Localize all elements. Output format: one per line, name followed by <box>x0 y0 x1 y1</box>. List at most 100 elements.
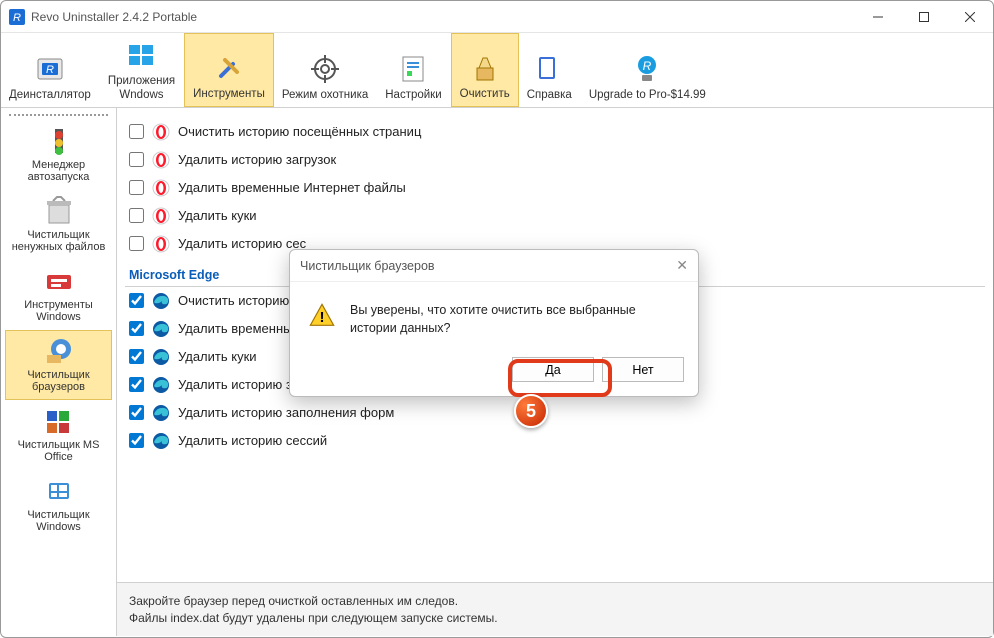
row-label: Очистить историю посещённых страниц <box>178 124 421 139</box>
browser-icon <box>152 320 170 338</box>
toolbar-hunter[interactable]: Режим охотника <box>274 33 377 107</box>
row-label: Удалить историю заполнения форм <box>178 405 394 420</box>
browser-icon <box>152 292 170 310</box>
window-controls <box>855 1 993 32</box>
footer-line1: Закройте браузер перед очисткой оставлен… <box>129 594 981 608</box>
row-checkbox[interactable] <box>129 152 144 167</box>
sidebar-label: Чистильщик Windows <box>8 509 109 533</box>
dialog-yes-button[interactable]: Да <box>512 357 594 382</box>
sidebar-label: Менеджер автозапуска <box>8 159 109 183</box>
footer-hint: Закройте браузер перед очисткой оставлен… <box>117 582 993 636</box>
row-label: Очистить историю по <box>178 293 307 308</box>
toolbar-label: Инструменты <box>193 88 265 102</box>
toolbar: R Деинсталлятор ПриложенияWndows Инструмент… <box>1 33 993 108</box>
app-icon: R <box>9 9 25 25</box>
svg-text:R: R <box>46 64 54 76</box>
browser-icon <box>152 235 170 253</box>
sidebar-wintools[interactable]: Инструменты Windows <box>5 260 112 330</box>
confirm-dialog: Чистильщик браузеров ✕ ! Вы уверены, что… <box>289 249 699 397</box>
browser-icon <box>152 404 170 422</box>
dialog-title: Чистильщик браузеров <box>300 259 435 273</box>
row-checkbox[interactable] <box>129 293 144 308</box>
dialog-titlebar: Чистильщик браузеров ✕ <box>290 250 698 282</box>
svg-text:R: R <box>13 12 21 24</box>
titlebar: R Revo Uninstaller 2.4.2 Portable <box>1 1 993 33</box>
row-checkbox[interactable] <box>129 321 144 336</box>
toolbar-upgrade[interactable]: R Upgrade to Pro-$14.99 <box>581 33 715 107</box>
row-label: Удалить временные Интернет файлы <box>178 180 406 195</box>
svg-text:!: ! <box>319 309 324 326</box>
help-icon <box>533 53 565 85</box>
browser-icon <box>152 376 170 394</box>
row-checkbox[interactable] <box>129 433 144 448</box>
office-icon <box>43 405 75 437</box>
toolbar-settings[interactable]: Настройки <box>377 33 450 107</box>
toolbar-label: Режим охотника <box>282 89 368 103</box>
uninstaller-icon: R <box>34 53 66 85</box>
sidebar-separator <box>9 114 108 116</box>
list-row[interactable]: Удалить временные Интернет файлы <box>125 174 985 202</box>
sidebar: Менеджер автозапуска Чистильщик ненужных … <box>1 108 117 636</box>
junk-icon <box>43 195 75 227</box>
list-row[interactable]: Удалить историю загрузок <box>125 146 985 174</box>
list-row[interactable]: Очистить историю посещённых страниц <box>125 118 985 146</box>
row-label: Удалить историю сессий <box>178 433 327 448</box>
hunter-icon <box>309 53 341 85</box>
close-button[interactable] <box>947 1 993 32</box>
sidebar-label: Чистильщик ненужных файлов <box>8 229 109 253</box>
settings-icon <box>397 53 429 85</box>
toolbar-label: Деинсталлятор <box>9 89 91 103</box>
maximize-button[interactable] <box>901 1 947 32</box>
list-row[interactable]: Удалить историю сессий <box>125 427 985 455</box>
step-badge: 5 <box>514 394 548 428</box>
row-checkbox[interactable] <box>129 405 144 420</box>
row-checkbox[interactable] <box>129 236 144 251</box>
wintools-icon <box>43 265 75 297</box>
toolbar-label: ПриложенияWndows <box>108 75 175 103</box>
toolbar-uninstaller[interactable]: R Деинсталлятор <box>1 33 100 107</box>
window-title: Revo Uninstaller 2.4.2 Portable <box>31 10 855 24</box>
toolbar-clean[interactable]: Очистить <box>451 33 519 107</box>
list-row[interactable]: Удалить куки <box>125 202 985 230</box>
sidebar-autorun[interactable]: Менеджер автозапуска <box>5 120 112 190</box>
toolbar-help[interactable]: Справка <box>519 33 581 107</box>
toolbar-label: Upgrade to Pro-$14.99 <box>589 89 706 103</box>
sidebar-browsers[interactable]: Чистильщик браузеров <box>5 330 112 400</box>
footer-line2: Файлы index.dat будут удалены при следую… <box>129 611 981 625</box>
dialog-close-icon[interactable]: ✕ <box>676 257 688 274</box>
sidebar-office[interactable]: Чистильщик MS Office <box>5 400 112 470</box>
winapps-icon <box>125 39 157 71</box>
row-label: Удалить историю загрузок <box>178 152 336 167</box>
autorun-icon <box>43 125 75 157</box>
dialog-no-button[interactable]: Нет <box>602 357 684 382</box>
sidebar-label: Чистильщик браузеров <box>8 369 109 393</box>
browser-icon <box>152 179 170 197</box>
row-checkbox[interactable] <box>129 180 144 195</box>
minimize-button[interactable] <box>855 1 901 32</box>
toolbar-label: Справка <box>527 89 572 103</box>
warning-icon: ! <box>308 302 336 337</box>
tools-icon <box>213 52 245 84</box>
row-label: Удалить куки <box>178 349 257 364</box>
sidebar-label: Чистильщик MS Office <box>8 439 109 463</box>
upgrade-icon: R <box>631 53 663 85</box>
row-checkbox[interactable] <box>129 208 144 223</box>
browser-icon <box>152 123 170 141</box>
clean-icon <box>469 52 501 84</box>
row-checkbox[interactable] <box>129 349 144 364</box>
sidebar-wincleaner[interactable]: Чистильщик Windows <box>5 470 112 540</box>
toolbar-label: Настройки <box>385 89 441 103</box>
row-label: Удалить куки <box>178 208 257 223</box>
row-label: Удалить историю сес <box>178 236 306 251</box>
browser-icon <box>152 432 170 450</box>
sidebar-junk[interactable]: Чистильщик ненужных файлов <box>5 190 112 260</box>
browser-icon <box>152 207 170 225</box>
toolbar-label: Очистить <box>460 88 510 102</box>
list-row[interactable]: Удалить историю заполнения форм <box>125 399 985 427</box>
row-checkbox[interactable] <box>129 377 144 392</box>
toolbar-winapps[interactable]: ПриложенияWndows <box>100 33 184 107</box>
row-checkbox[interactable] <box>129 124 144 139</box>
sidebar-label: Инструменты Windows <box>8 299 109 323</box>
dialog-message: Вы уверены, что хотите очистить все выбр… <box>350 302 680 337</box>
toolbar-tools[interactable]: Инструменты <box>184 33 274 107</box>
